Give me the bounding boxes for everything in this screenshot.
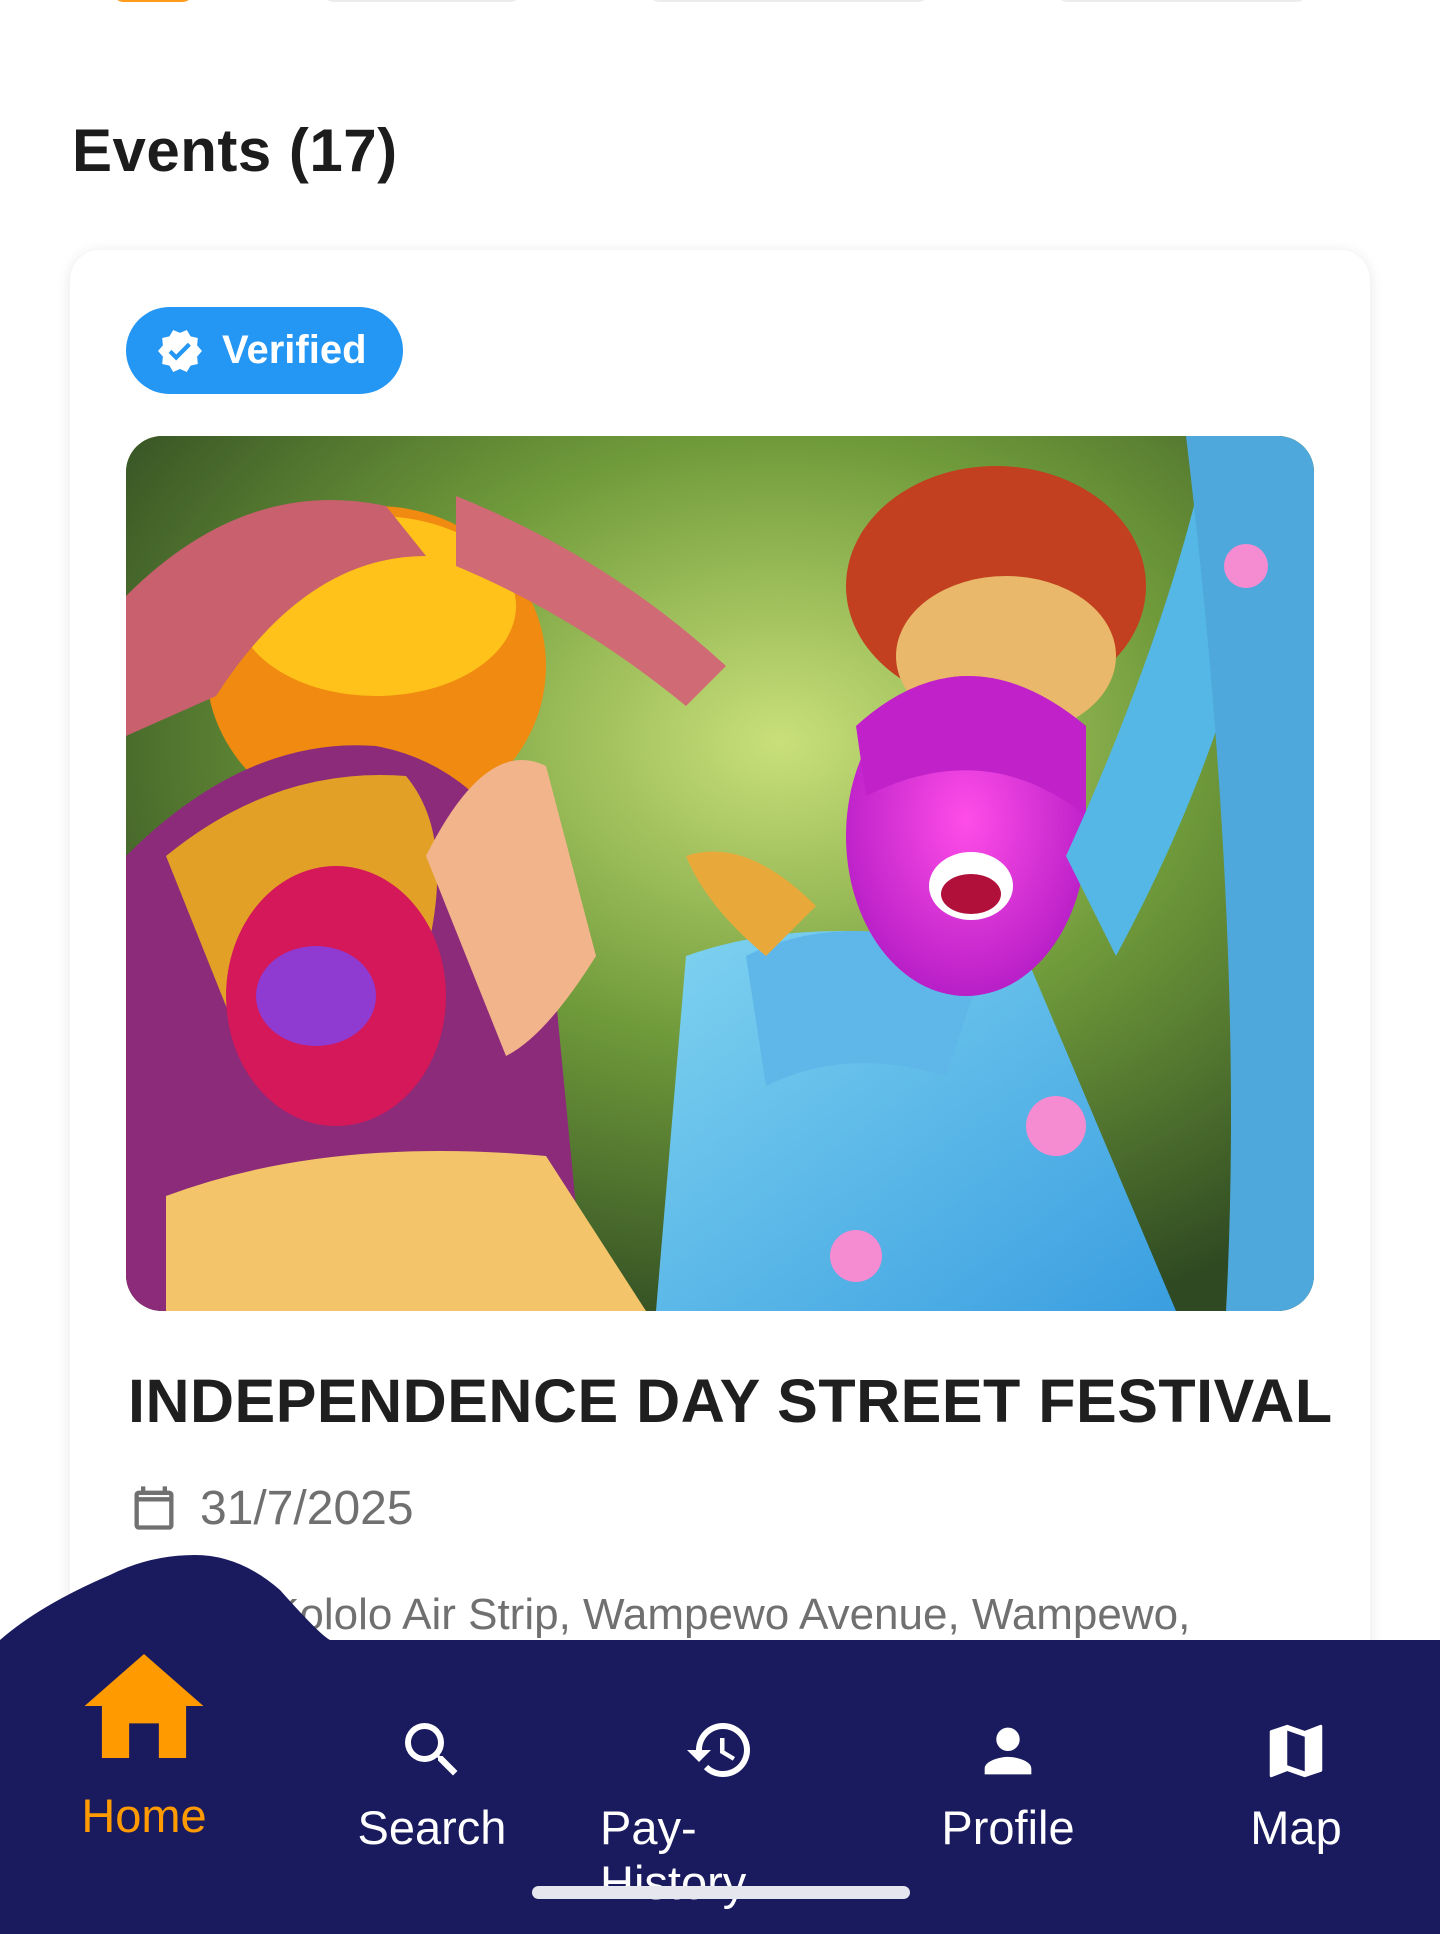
verified-check-icon xyxy=(158,329,202,372)
nav-map[interactable]: Map xyxy=(1176,1690,1416,1855)
verified-label: Verified xyxy=(222,328,367,372)
home-icon xyxy=(84,1654,204,1758)
nav-pay-history[interactable]: Pay-History xyxy=(600,1690,840,1910)
category-chip[interactable] xyxy=(648,0,930,2)
person-icon xyxy=(984,1727,1032,1775)
history-icon xyxy=(687,1723,750,1777)
nav-profile[interactable]: Profile xyxy=(888,1690,1128,1855)
map-icon xyxy=(1269,1724,1323,1778)
festival-photo xyxy=(126,436,1314,1311)
nav-home-label: Home xyxy=(81,1789,207,1842)
screen: Events (17) Verified INDEPENDENCE DAY ST… xyxy=(0,0,1440,1934)
category-chip-active[interactable] xyxy=(112,0,194,2)
search-icon xyxy=(405,1723,458,1776)
events-section-title: Events (17) xyxy=(72,117,398,184)
event-title: INDEPENDENCE DAY STREET FESTIVAL xyxy=(128,1367,1333,1435)
event-date: 31/7/2025 xyxy=(200,1481,414,1535)
event-image[interactable] xyxy=(126,436,1314,1311)
category-chip[interactable] xyxy=(1056,0,1308,2)
category-chip[interactable] xyxy=(322,0,522,2)
event-date-row: 31/7/2025 xyxy=(128,1478,414,1538)
nav-search-label: Search xyxy=(357,1801,507,1854)
nav-home[interactable]: Home xyxy=(24,1648,264,1843)
nav-profile-label: Profile xyxy=(941,1801,1075,1854)
nav-search[interactable]: Search xyxy=(312,1690,552,1855)
home-indicator-bar[interactable] xyxy=(532,1886,910,1899)
calendar-icon xyxy=(134,1486,174,1530)
verified-badge: Verified xyxy=(126,307,403,394)
nav-map-label: Map xyxy=(1250,1801,1342,1854)
